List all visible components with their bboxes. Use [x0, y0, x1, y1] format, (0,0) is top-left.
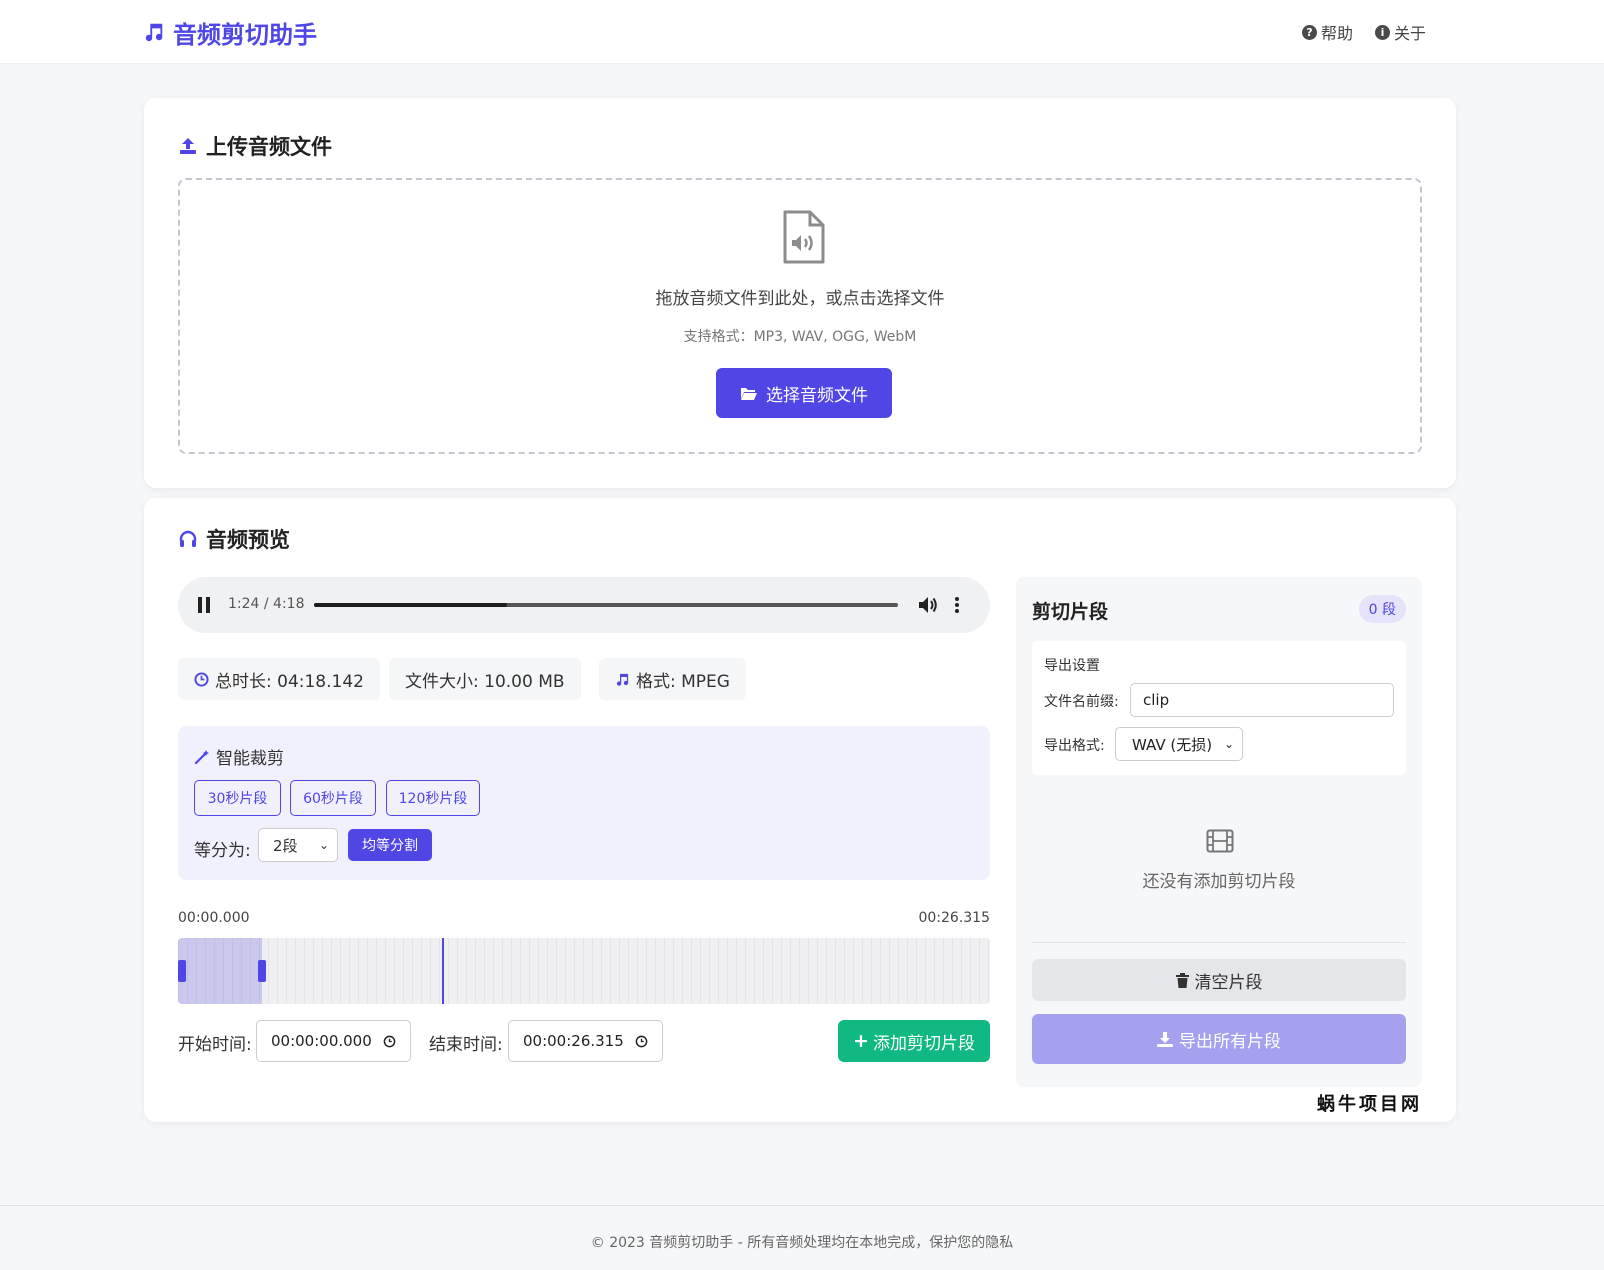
end-time-label: 结束时间: [429, 1035, 503, 1055]
split-label: 等分为: [194, 841, 251, 861]
download-icon [1157, 1031, 1173, 1047]
preset-120s-button[interactable]: 120秒片段 [386, 780, 480, 816]
split-count-select[interactable]: 2段 ⌄ [258, 828, 338, 862]
clear-clips-button[interactable]: 清空片段 [1032, 959, 1406, 1001]
duration-chip: 总时长: 04:18.142 [178, 658, 380, 700]
magic-wand-icon [194, 749, 209, 764]
music-note-icon [145, 23, 163, 42]
watermark-text: 蜗牛项目网 [1317, 1094, 1422, 1115]
empty-clips-text: 还没有添加剪切片段 [1142, 872, 1296, 892]
upload-title-text: 上传音频文件 [206, 135, 332, 159]
dropzone-text: 拖放音频文件到此处，或点击选择文件 [655, 289, 945, 309]
smart-clip-title: 智能裁剪 [194, 744, 284, 769]
selection-region[interactable] [178, 938, 263, 1004]
smart-clip-title-text: 智能裁剪 [216, 749, 284, 769]
info-icon: i [1374, 24, 1390, 40]
format-label: 导出格式: [1044, 738, 1105, 754]
clips-panel: 剪切片段 0 段 导出设置 文件名前缀: clip 导出格式: WAV (无损)… [1016, 577, 1422, 1087]
plus-icon: + [853, 1030, 869, 1052]
filesize-text: 文件大小: 10.00 MB [405, 671, 565, 692]
clock-icon [635, 1035, 648, 1048]
film-icon [1206, 829, 1234, 853]
file-dropzone[interactable]: 拖放音频文件到此处，或点击选择文件 支持格式：MP3, WAV, OGG, We… [178, 178, 1422, 454]
chevron-down-icon: ⌄ [318, 838, 329, 852]
playhead-cursor[interactable] [441, 938, 444, 1004]
export-settings-title: 导出设置 [1044, 658, 1100, 674]
nav-about-label: 关于 [1393, 24, 1426, 43]
preview-card: 音频预览 1:24 / 4:18 总时长: 04:18.142 文件大小: 10… [144, 498, 1456, 1122]
start-time-input[interactable]: 00:00:00.000 [256, 1020, 411, 1062]
preset-30s-button[interactable]: 30秒片段 [194, 780, 281, 816]
waveform-timeline[interactable] [178, 938, 990, 1004]
preset-60s-button[interactable]: 60秒片段 [290, 780, 376, 816]
pause-icon-bar [198, 597, 202, 613]
more-options-icon[interactable] [954, 595, 960, 615]
nav-help-label: 帮助 [1320, 24, 1353, 43]
format-chip: 格式: MPEG [599, 658, 746, 700]
preview-title-text: 音频预览 [206, 528, 290, 552]
prefix-value: clip [1143, 691, 1170, 709]
clear-clips-label: 清空片段 [1194, 972, 1263, 993]
upload-icon [180, 138, 196, 154]
help-icon: ? [1301, 24, 1317, 40]
music-note-icon [616, 673, 629, 686]
audio-file-icon [783, 210, 825, 264]
pause-button[interactable] [198, 597, 212, 613]
clock-icon [194, 671, 209, 687]
export-all-button[interactable]: 导出所有片段 [1032, 1014, 1406, 1064]
player-time: 1:24 / 4:18 [228, 596, 305, 612]
prefix-input[interactable]: clip [1130, 683, 1394, 717]
clip-count-badge: 0 段 [1358, 595, 1406, 623]
duration-text: 总时长: 04:18.142 [215, 671, 364, 692]
upload-card-title: 上传音频文件 [178, 131, 332, 161]
player-progress-track[interactable] [314, 603, 898, 607]
clips-panel-title: 剪切片段 [1032, 601, 1109, 623]
filesize-chip: 文件大小: 10.00 MB [389, 658, 581, 700]
end-time-input[interactable]: 00:00:26.315 [508, 1020, 663, 1062]
choose-audio-button[interactable]: 选择音频文件 [716, 368, 892, 418]
pause-icon-bar [206, 597, 210, 613]
split-count-value: 2段 [273, 836, 298, 855]
start-time-value: 00:00:00.000 [271, 1032, 372, 1050]
export-all-label: 导出所有片段 [1179, 1031, 1281, 1052]
wave-start-label: 00:00.000 [178, 910, 250, 926]
selection-start-handle[interactable] [178, 960, 186, 982]
top-nav: ? 帮助 i 关于 [1301, 20, 1426, 44]
player-progress-fill [314, 603, 507, 607]
top-navbar: 音频剪切助手 ? 帮助 i 关于 [0, 0, 1604, 64]
nav-help[interactable]: ? 帮助 [1301, 20, 1353, 44]
clock-icon [383, 1035, 396, 1048]
format-text: 格式: MPEG [636, 671, 730, 692]
end-time-value: 00:00:26.315 [523, 1032, 624, 1050]
nav-about[interactable]: i 关于 [1374, 20, 1426, 44]
prefix-label: 文件名前缀: [1044, 694, 1119, 710]
app-brand[interactable]: 音频剪切助手 [143, 14, 317, 50]
trash-icon [1175, 972, 1189, 988]
smart-clip-panel: 智能裁剪 30秒片段 60秒片段 120秒片段 等分为: 2段 ⌄ 均等分割 [178, 726, 990, 880]
folder-open-icon [741, 387, 757, 400]
formats-hint: 支持格式：MP3, WAV, OGG, WebM [683, 329, 917, 345]
preview-card-title: 音频预览 [178, 524, 290, 554]
headphones-icon [179, 530, 197, 547]
even-split-button[interactable]: 均等分割 [348, 829, 432, 861]
divider [1032, 942, 1406, 943]
wave-end-label: 00:26.315 [918, 910, 990, 926]
volume-icon[interactable] [918, 596, 938, 614]
add-clip-label: 添加剪切片段 [872, 1033, 975, 1054]
export-settings: 导出设置 文件名前缀: clip 导出格式: WAV (无损) ⌄ [1032, 641, 1406, 775]
export-format-select[interactable]: WAV (无损) ⌄ [1115, 727, 1243, 761]
start-time-label: 开始时间: [178, 1035, 252, 1055]
selection-end-handle[interactable] [258, 960, 267, 982]
choose-audio-label: 选择音频文件 [766, 385, 868, 406]
footer-text: © 2023 音频剪切助手 - 所有音频处理均在本地完成，保护您的隐私 [590, 1235, 1014, 1251]
app-title: 音频剪切助手 [173, 20, 317, 49]
audio-player: 1:24 / 4:18 [178, 577, 990, 633]
export-format-value: WAV (无损) [1132, 735, 1213, 754]
chevron-down-icon: ⌄ [1223, 737, 1234, 751]
page-footer: © 2023 音频剪切助手 - 所有音频处理均在本地完成，保护您的隐私 [0, 1205, 1604, 1270]
add-clip-button[interactable]: + 添加剪切片段 [838, 1020, 990, 1062]
upload-card: 上传音频文件 拖放音频文件到此处，或点击选择文件 支持格式：MP3, WAV, … [144, 98, 1456, 488]
